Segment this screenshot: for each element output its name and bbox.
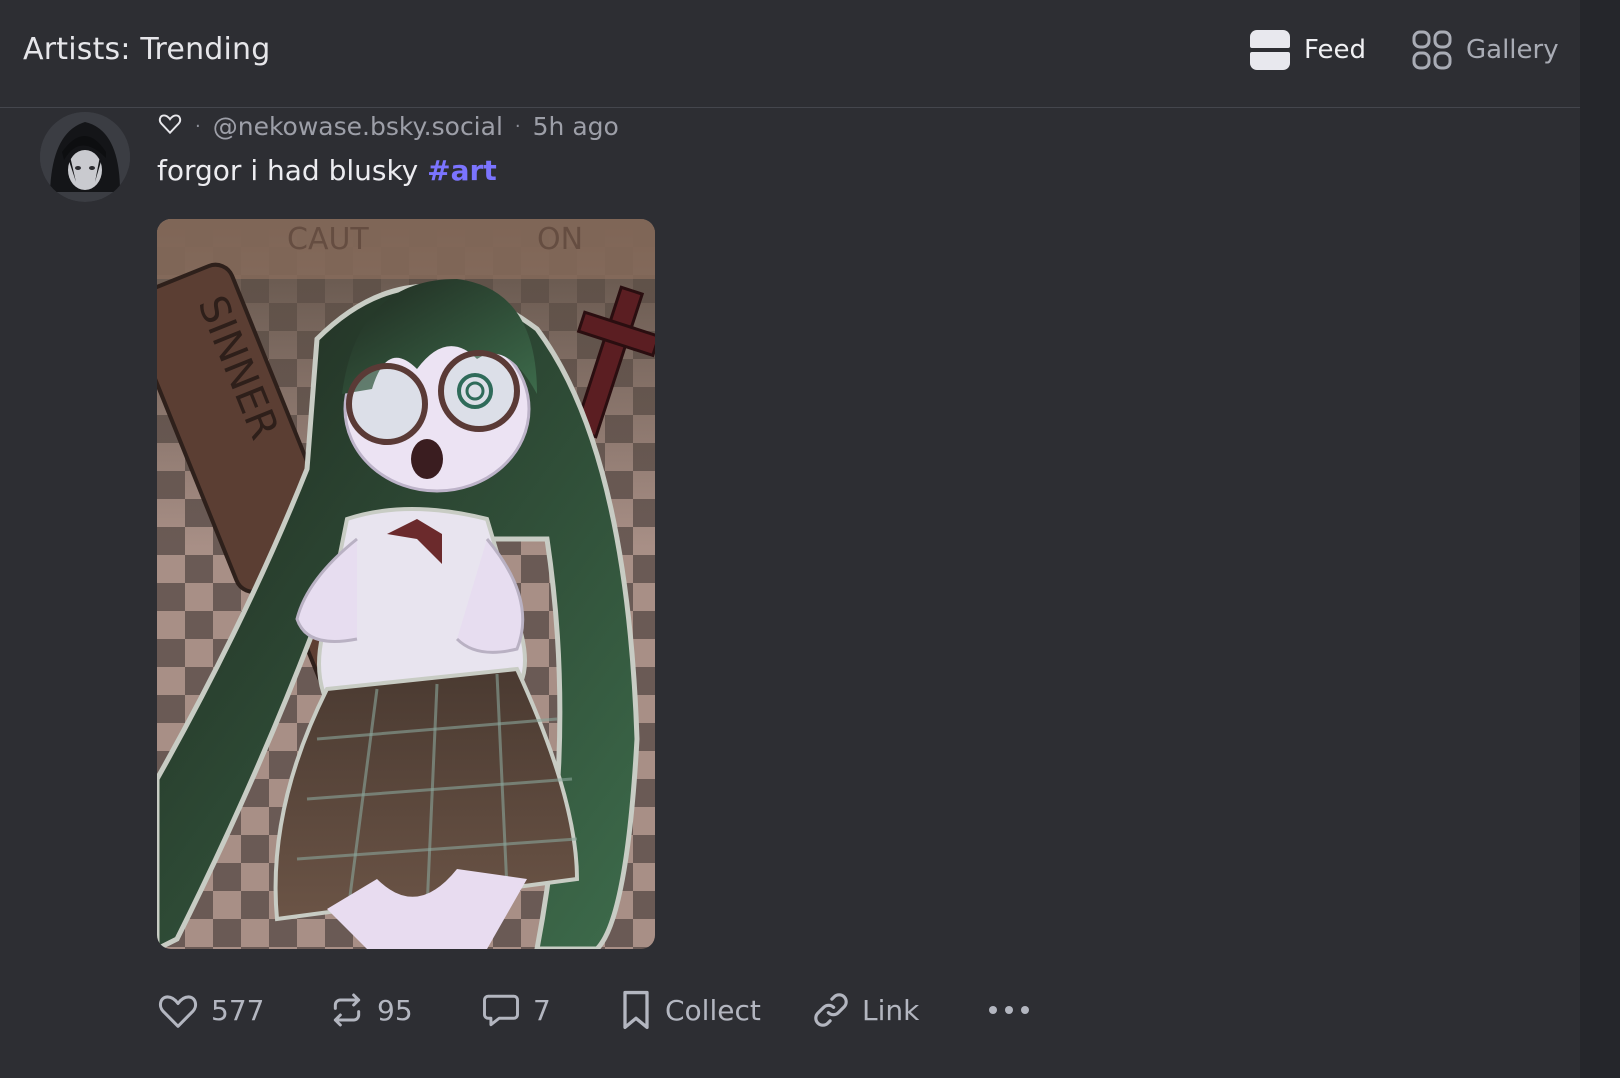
page-title: Artists: Trending [23, 32, 271, 67]
link-button[interactable]: Link [810, 985, 919, 1035]
repost-count: 95 [377, 993, 413, 1027]
reply-count: 7 [533, 993, 551, 1027]
post-timestamp[interactable]: 5h ago [533, 112, 619, 141]
svg-text:CAUT: CAUT [287, 222, 369, 257]
app-window: Artists: Trending Feed Gallery · @nekowa… [0, 0, 1620, 1078]
avatar[interactable] [40, 112, 130, 202]
feed-icon [1250, 30, 1290, 70]
gallery-icon [1412, 30, 1452, 70]
comment-icon [479, 988, 523, 1032]
tab-feed[interactable]: Feed [1250, 28, 1366, 72]
collect-label: Collect [665, 993, 761, 1027]
post-meta: · @nekowase.bsky.social · 5h ago [157, 108, 619, 144]
hashtag-link[interactable]: #art [427, 154, 497, 187]
post-body: forgor i had blusky [157, 154, 419, 187]
repost-button[interactable]: 95 [327, 985, 413, 1035]
tab-gallery-label: Gallery [1466, 35, 1559, 65]
more-options-button[interactable] [985, 985, 1033, 1035]
tab-gallery[interactable]: Gallery [1412, 28, 1559, 72]
heart-icon [155, 987, 201, 1033]
link-icon [810, 989, 852, 1031]
like-count: 577 [211, 993, 265, 1027]
repost-icon [327, 990, 367, 1030]
post-image[interactable]: CAUT ON SINNER [157, 219, 655, 949]
bookmark-icon [617, 988, 655, 1032]
author-handle[interactable]: @nekowase.bsky.social [213, 112, 503, 141]
meta-separator: · [195, 115, 201, 137]
scroll-gutter [1580, 0, 1620, 1078]
link-label: Link [862, 993, 920, 1027]
tab-feed-label: Feed [1304, 35, 1367, 65]
page-header: Artists: Trending Feed Gallery [0, 0, 1580, 108]
reply-button[interactable]: 7 [479, 985, 551, 1035]
like-button[interactable]: 577 [155, 985, 264, 1035]
meta-separator: · [514, 115, 521, 137]
svg-text:ON: ON [537, 222, 583, 257]
more-horizontal-icon [985, 1000, 1033, 1020]
collect-button[interactable]: Collect [617, 985, 761, 1035]
post-text: forgor i had blusky #art [157, 154, 497, 187]
heart-outline-icon [157, 110, 183, 142]
